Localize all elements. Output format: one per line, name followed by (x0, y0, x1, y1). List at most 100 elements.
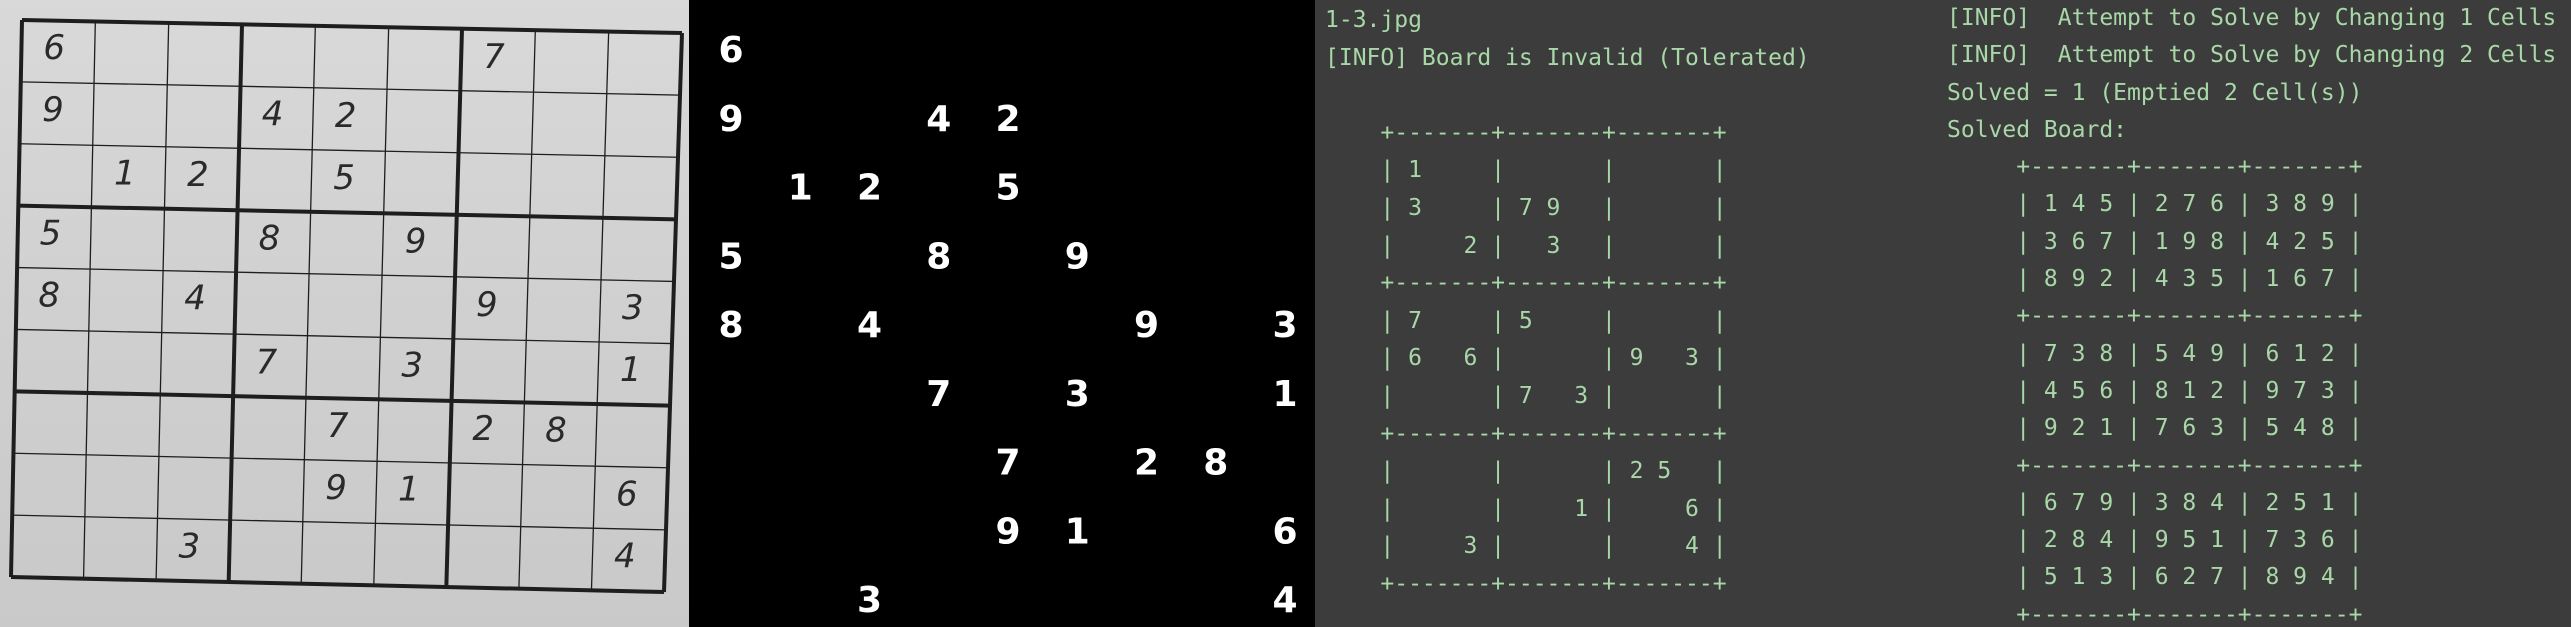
photo-digit: 5 (40, 214, 62, 254)
binary-digit: 1 (1065, 511, 1090, 552)
photo-digit: 7 (483, 37, 505, 77)
terminal-line: | 3 | | 4 | (1325, 533, 1727, 560)
terminal-line: +-------+-------+-------+ (1947, 452, 2363, 479)
photo-panel: 6 7 9 4 2 1 2 5 5 8 9 8 4 9 3 7 3 1 7 2 8 9 1 6 3 4 (0, 0, 689, 627)
terminal-line: +-------+-------+-------+ (1947, 154, 2363, 181)
grid-line (13, 452, 669, 469)
terminal-line: | 3 | 7 9 | | (1325, 194, 1727, 221)
terminal-line: Solved Board: (1947, 116, 2128, 143)
binary-digit: 8 (1203, 443, 1228, 484)
terminal-line: | 6 7 9 | 3 8 4 | 2 5 1 | (1947, 489, 2363, 516)
binary-digit: 7 (926, 374, 951, 415)
binary-digit: 7 (995, 443, 1020, 484)
photo-digit: 8 (545, 411, 567, 451)
binary-digit: 1 (788, 168, 813, 209)
terminal-line: | 5 1 3 | 6 2 7 | 8 9 4 | (1947, 564, 2363, 591)
grid-line (17, 266, 675, 283)
terminal-window: 1-3.jpg [INFO] Board is Invalid (Tolerate… (1315, 0, 2571, 627)
grid-line (18, 203, 677, 222)
grid-line (14, 389, 671, 408)
photo-digit: 9 (476, 285, 498, 325)
photo-digit: 2 (472, 409, 494, 449)
terminal-line: [INFO] Attempt to Solve by Changing 2 Ce… (1947, 42, 2557, 69)
terminal-line: | 7 | 5 | | (1325, 307, 1727, 334)
terminal-line: +-------+-------+-------+ (1325, 570, 1727, 597)
grid-line (300, 25, 316, 584)
terminal-line: | | 7 3 | | (1325, 382, 1727, 409)
binary-digit: 3 (1065, 374, 1090, 415)
binary-digit: 6 (718, 30, 743, 71)
binary-digit: 9 (1065, 236, 1090, 277)
terminal-line: +-------+-------+-------+ (1947, 303, 2363, 330)
terminal-line: +-------+-------+-------+ (1325, 420, 1727, 447)
photo-digit: 5 (333, 158, 355, 198)
binary-digit: 9 (718, 99, 743, 140)
terminal-line: | 1 | | | (1325, 157, 1727, 184)
terminal-line: | 8 9 2 | 4 3 5 | 1 6 7 | (1947, 266, 2363, 293)
photo-digit: 4 (184, 279, 206, 319)
terminal-line: | | 1 | 6 | (1325, 495, 1727, 522)
photo-digit: 4 (262, 94, 284, 134)
binary-digit: 8 (926, 236, 951, 277)
terminal-line: | 1 4 5 | 2 7 6 | 3 8 9 | (1947, 191, 2363, 218)
photo-digit: 8 (38, 276, 60, 316)
photo-digit: 1 (114, 153, 136, 193)
photo-digit: 9 (325, 468, 347, 508)
terminal-right-output: [INFO] Attempt to Solve by Changing 1 Ce… (1947, 0, 2556, 627)
photo-digit: 6 (43, 28, 65, 68)
photo-digit: 1 (620, 350, 642, 390)
grid-line (9, 19, 24, 578)
binary-digit: 8 (718, 305, 743, 346)
grid-line (20, 81, 681, 96)
photo-digit: 8 (259, 218, 281, 258)
photo-digit: 3 (401, 345, 423, 385)
photo-digit: 2 (187, 155, 209, 195)
photo-digit: 2 (335, 96, 357, 136)
photo-digit: 7 (327, 406, 349, 446)
binary-digit: 6 (1272, 511, 1297, 552)
grid-line (662, 32, 684, 593)
binary-digit: 2 (995, 99, 1020, 140)
terminal-line: Solved = 1 (Emptied 2 Cell(s)) (1947, 79, 2363, 106)
binary-digit: 9 (1134, 305, 1159, 346)
grid-line (444, 28, 464, 588)
terminal-line: | 2 | 3 | | (1325, 232, 1727, 259)
sudoku-photo: 6 7 9 4 2 1 2 5 5 8 9 8 4 9 3 7 3 1 7 2 8 9 1 6 3 4 (9, 18, 684, 594)
terminal-left-output: 1-3.jpg [INFO] Board is Invalid (Tolerate… (1325, 2, 1810, 604)
terminal-line: | 4 5 6 | 8 1 2 | 9 7 3 | (1947, 377, 2363, 404)
photo-digit: 3 (622, 288, 644, 328)
grid-line (155, 22, 170, 581)
photo-digit: 6 (616, 474, 638, 514)
grid-line (82, 21, 96, 579)
binary-panel: 6 9 4 2 1 2 5 5 8 9 8 4 9 3 7 3 1 7 2 8 9 1 6 3 4 (689, 0, 1315, 627)
binary-digit: 2 (1134, 443, 1159, 484)
binary-digit: 4 (857, 305, 882, 346)
grid-line (226, 24, 244, 583)
photo-digit: 9 (405, 221, 427, 261)
photo-digit: 7 (256, 342, 278, 382)
terminal-line: | | | 2 5 | (1325, 458, 1727, 485)
photo-digit: 1 (398, 469, 420, 509)
terminal-line: | 2 8 4 | 9 5 1 | 7 3 6 | (1947, 527, 2363, 554)
binary-digit: 1 (1272, 374, 1297, 415)
terminal-line: [INFO] Board is Invalid (Tolerated) (1325, 44, 1810, 71)
grid-line (10, 575, 665, 594)
binary-digit: 9 (995, 511, 1020, 552)
binary-digit: 2 (857, 168, 882, 209)
photo-digit: 3 (178, 527, 200, 567)
terminal-line: [INFO] Attempt to Solve by Changing 1 Ce… (1947, 5, 2557, 31)
binary-digits-image: 6 9 4 2 1 2 5 5 8 9 8 4 9 3 7 3 1 7 2 8 9 1 6 3 4 (718, 30, 1297, 621)
binary-digit: 3 (857, 580, 882, 621)
terminal-line: | 9 2 1 | 7 6 3 | 5 4 8 | (1947, 415, 2363, 442)
terminal-line: +-------+-------+-------+ (1325, 119, 1727, 146)
terminal-line: 1-3.jpg (1325, 7, 1422, 33)
grid-line (15, 328, 673, 345)
binary-digit: 4 (926, 99, 951, 140)
binary-digit: 5 (718, 236, 743, 277)
binary-digit: 3 (1272, 305, 1297, 346)
grid-line (518, 30, 536, 589)
photo-digit: 9 (42, 90, 64, 130)
grid-line (12, 514, 667, 531)
terminal-line: +-------+-------+-------+ (1947, 601, 2363, 627)
